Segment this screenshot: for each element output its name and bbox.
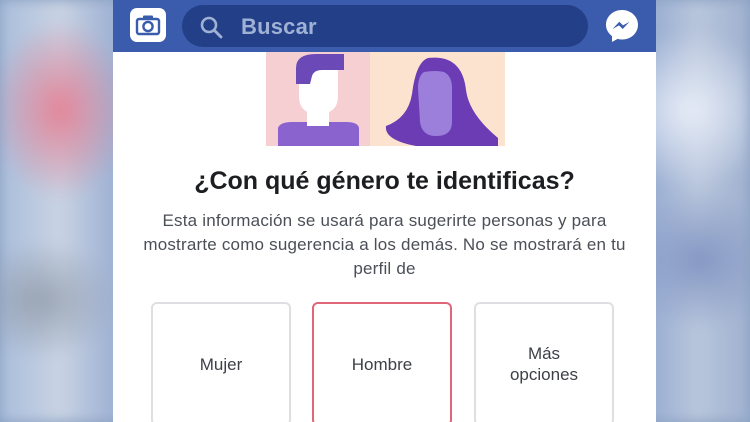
camera-icon — [135, 15, 161, 36]
search-placeholder: Buscar — [241, 14, 317, 39]
gender-question-title: ¿Con qué género te identificas? — [194, 167, 575, 195]
search-input[interactable]: Buscar — [182, 5, 588, 47]
option-mas-opciones-label: Más opciones — [509, 344, 579, 384]
option-hombre-label: Hombre — [351, 354, 413, 374]
option-hombre-button[interactable]: Hombre — [312, 302, 452, 422]
option-mujer-label: Mujer — [199, 354, 243, 374]
messenger-icon — [606, 10, 638, 42]
gender-illustration — [266, 52, 505, 146]
option-mujer-button[interactable]: Mujer — [151, 302, 291, 422]
gender-explanation-text: Esta información se usará para sugerirte… — [143, 211, 626, 278]
search-icon — [200, 16, 223, 39]
option-mas-opciones-button[interactable]: Más opciones — [474, 302, 614, 422]
phone-screen: Buscar ¿Con qué género te identificas? E… — [113, 0, 656, 422]
messenger-button[interactable] — [604, 8, 640, 44]
camera-button[interactable] — [130, 8, 166, 42]
top-bar: Buscar — [113, 0, 656, 52]
